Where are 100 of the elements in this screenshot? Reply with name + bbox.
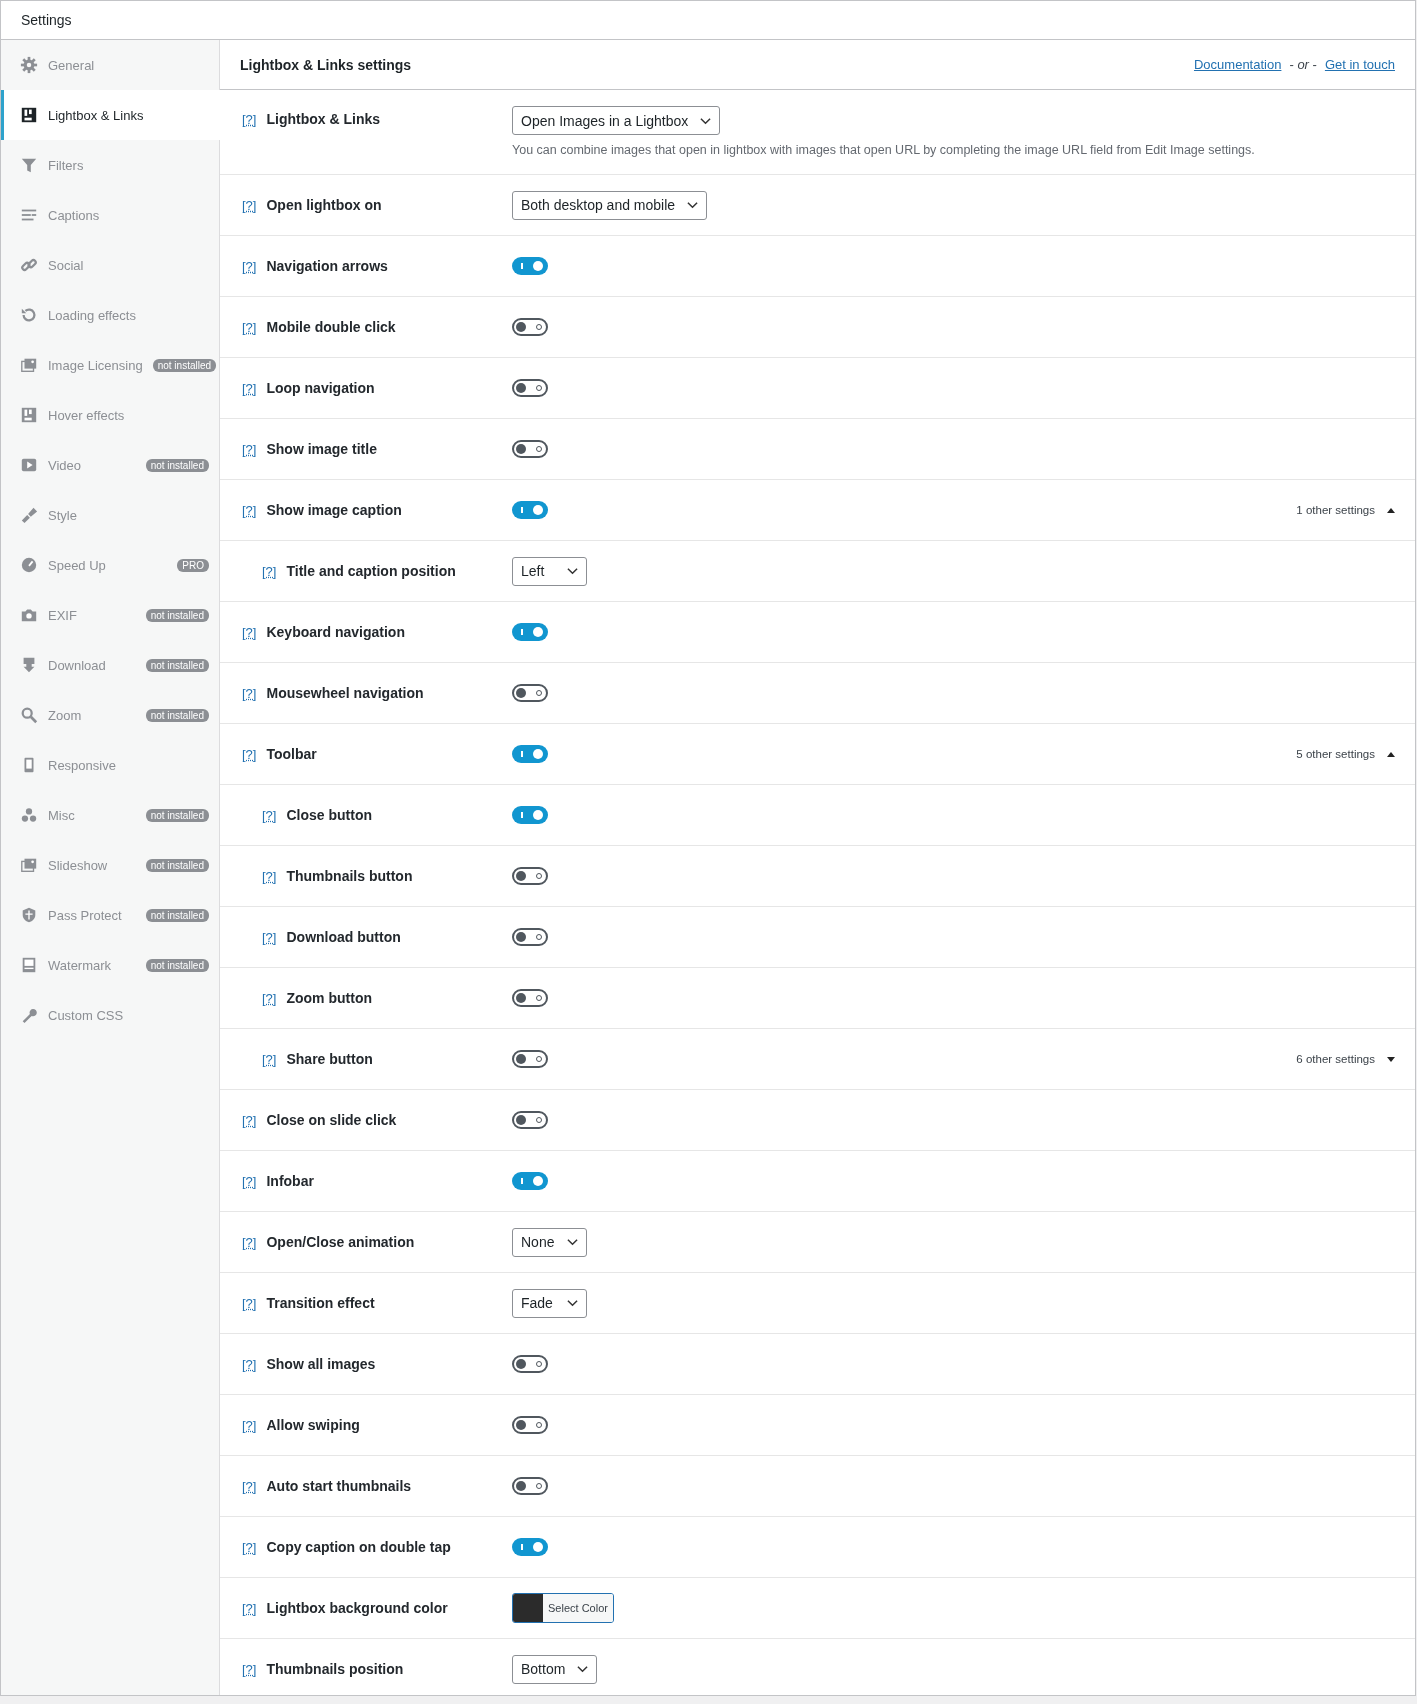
refresh-icon [20,306,38,324]
help-text: You can combine images that open in lightbox with images that open URL by completing the image URL field from Edit Image settings. [512,143,1255,157]
sidebar-item[interactable]: General [1,40,219,90]
setting-label: Infobar [266,1173,314,1189]
circles-icon [20,806,38,824]
sidebar-item[interactable]: Responsive [1,740,219,790]
help-link[interactable]: [?] [242,1539,257,1555]
help-link[interactable]: [?] [242,624,257,640]
toggle-switch[interactable] [512,1355,548,1373]
sidebar-item[interactable]: Speed Up PRO [1,540,219,590]
help-link[interactable]: [?] [242,1173,257,1189]
status-badge: not installed [145,908,209,922]
other-settings-toggle[interactable]: 5 other settings [1296,748,1395,760]
chevron-down-icon [567,1299,578,1307]
contact-link[interactable]: Get in touch [1324,57,1395,72]
sidebar-item[interactable]: Zoom not installed [1,690,219,740]
sidebar-item[interactable]: Filters [1,140,219,190]
sidebar-item[interactable]: Hover effects [1,390,219,440]
toggle-switch[interactable] [512,1172,548,1190]
help-link[interactable]: [?] [262,990,277,1006]
setting-label: Thumbnails position [266,1661,404,1677]
help-link[interactable]: [?] [242,1356,257,1372]
status-badge: not installed [145,458,209,472]
sidebar-item[interactable]: EXIF not installed [1,590,219,640]
setting-label: Mousewheel navigation [266,685,424,701]
toggle-switch[interactable] [512,1477,548,1495]
documentation-link[interactable]: Documentation [1193,57,1282,72]
help-link[interactable]: [?] [262,563,277,579]
grid-icon [20,106,38,124]
toggle-switch[interactable] [512,928,548,946]
help-link[interactable]: [?] [242,111,257,127]
sidebar-item[interactable]: Misc not installed [1,790,219,840]
setting-label: Show all images [266,1356,376,1372]
toggle-switch[interactable] [512,440,548,458]
dropdown[interactable]: Both desktop and mobile [512,190,708,220]
dropdown[interactable]: Bottom [512,1654,598,1684]
toggle-switch[interactable] [512,1111,548,1129]
page-title: Settings [21,12,72,28]
help-link[interactable]: [?] [242,441,257,457]
toggle-switch[interactable] [512,623,548,641]
status-badge: not installed [145,808,209,822]
chevron-down-icon [577,1665,589,1673]
sidebar-item[interactable]: Captions [1,190,219,240]
sidebar-item[interactable]: Slideshow not installed [1,840,219,890]
toggle-switch[interactable] [512,806,548,824]
sidebar-item[interactable]: Social [1,240,219,290]
help-link[interactable]: [?] [242,1234,257,1250]
setting-label: Lightbox & Links [266,111,381,127]
help-link[interactable]: [?] [262,868,277,884]
toggle-switch[interactable] [512,1416,548,1434]
dropdown[interactable]: None [512,1227,587,1257]
help-link[interactable]: [?] [242,1112,257,1128]
sidebar-item[interactable]: Download not installed [1,640,219,690]
help-link[interactable]: [?] [262,1051,277,1067]
help-link[interactable]: [?] [242,1661,257,1677]
help-link[interactable]: [?] [242,502,257,518]
help-link[interactable]: [?] [242,1478,257,1494]
sidebar-item[interactable]: Lightbox & Links [1,90,220,140]
setting-label: Open lightbox on [266,197,382,213]
help-link[interactable]: [?] [242,258,257,274]
other-settings-toggle[interactable]: 1 other settings [1296,504,1395,516]
help-link[interactable]: [?] [242,197,257,213]
sidebar-item[interactable]: Pass Protect not installed [1,890,219,940]
sidebar-item[interactable]: Image Licensing not installed [1,340,219,390]
help-link[interactable]: [?] [242,319,257,335]
toggle-switch[interactable] [512,501,548,519]
toggle-switch[interactable] [512,257,548,275]
chevron-down-icon [687,201,699,209]
dropdown[interactable]: Left [512,556,587,586]
toggle-switch[interactable] [512,1538,548,1556]
help-link[interactable]: [?] [262,807,277,823]
dropdown[interactable]: Open Images in a Lightbox [512,106,721,135]
toggle-switch[interactable] [512,1050,548,1068]
sidebar-item[interactable]: Loading effects [1,290,219,340]
help-link[interactable]: [?] [242,380,257,396]
dropdown[interactable]: Fade [512,1288,587,1318]
play-icon [20,456,38,474]
toggle-switch[interactable] [512,379,548,397]
help-link[interactable]: [?] [242,1417,257,1433]
other-settings-toggle[interactable]: 6 other settings [1296,1053,1395,1065]
toggle-switch[interactable] [512,318,548,336]
sidebar-item[interactable]: Watermark not installed [1,940,219,990]
help-link[interactable]: [?] [242,1295,257,1311]
sidebar-item[interactable]: Video not installed [1,440,219,490]
toggle-switch[interactable] [512,867,548,885]
help-link[interactable]: [?] [242,685,257,701]
sidebar-item[interactable]: Style [1,490,219,540]
picture-frame-icon [20,956,38,974]
chevron-down-icon [700,116,712,125]
toggle-switch[interactable] [512,684,548,702]
sidebar-item[interactable]: Custom CSS [1,990,219,1040]
help-link[interactable]: [?] [242,1600,257,1616]
help-link[interactable]: [?] [262,929,277,945]
color-picker-button[interactable]: Select Color [512,1593,614,1623]
shield-icon [20,906,38,924]
setting-label: Transition effect [266,1295,375,1311]
toggle-switch[interactable] [512,989,548,1007]
help-link[interactable]: [?] [242,746,257,762]
status-badge: not installed [145,708,209,722]
toggle-switch[interactable] [512,745,548,763]
